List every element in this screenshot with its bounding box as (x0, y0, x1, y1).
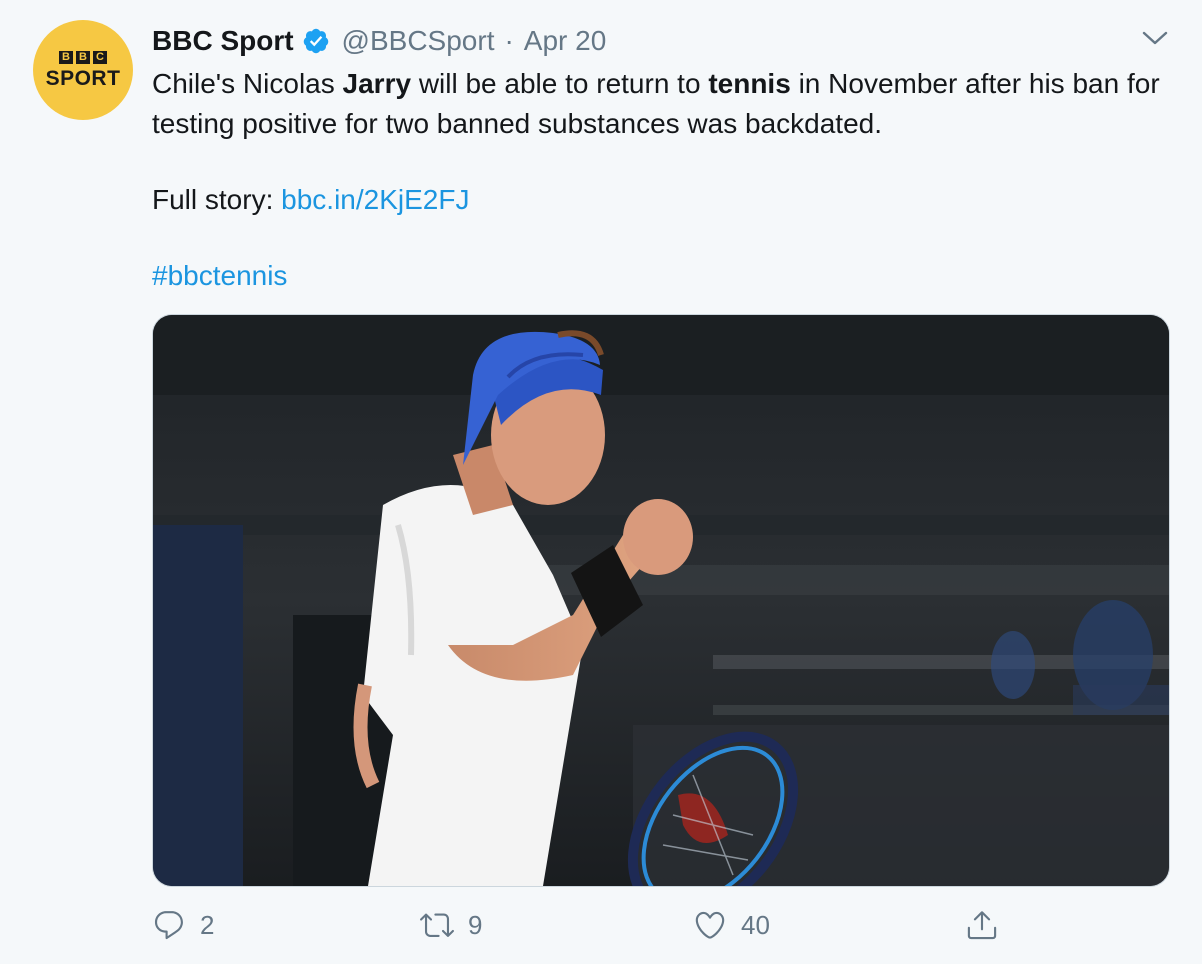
avatar[interactable]: B B C SPORT (33, 20, 133, 120)
bbc-letter-b2: B (76, 51, 90, 64)
bbc-logo-blocks: B B C (59, 51, 107, 64)
tennis-player-photo (153, 315, 1169, 886)
like-count: 40 (741, 909, 770, 940)
reply-button[interactable]: 2 (152, 900, 214, 950)
retweet-button[interactable]: 9 (420, 900, 482, 950)
tweet-header: BBC Sport @BBCSport · Apr 20 (152, 24, 606, 58)
text-segment: Chile's Nicolas (152, 68, 343, 99)
retweet-icon (420, 913, 454, 937)
hashtag-paragraph: #bbctennis (152, 256, 1182, 296)
hashtag-link[interactable]: #bbctennis (152, 260, 287, 291)
sport-wordmark: SPORT (45, 67, 121, 90)
share-button[interactable] (965, 900, 999, 950)
bbc-letter-c: C (93, 51, 107, 64)
bbc-letter-b1: B (59, 51, 73, 64)
retweet-count: 9 (468, 909, 483, 940)
tweet-text: Chile's Nicolas Jarry will be able to re… (152, 64, 1182, 296)
tweet-actions: 2 9 40 (0, 900, 1202, 950)
tweet-date[interactable]: Apr 20 (524, 25, 607, 57)
full-story-link[interactable]: bbc.in/2KjE2FJ (281, 184, 469, 215)
like-button[interactable]: 40 (693, 900, 770, 950)
full-story-label: Full story: (152, 184, 282, 215)
reply-count: 2 (200, 909, 215, 940)
reply-icon (154, 911, 183, 940)
author-name[interactable]: BBC Sport (152, 25, 294, 57)
tweet-body-paragraph: Chile's Nicolas Jarry will be able to re… (152, 64, 1182, 144)
verified-badge-icon (303, 28, 328, 54)
header-separator: · (504, 25, 514, 56)
tweet-card[interactable]: B B C SPORT BBC Sport @BBCSport · Apr 20… (0, 0, 1202, 964)
bold-jarry: Jarry (342, 68, 412, 99)
bold-tennis: tennis (708, 68, 791, 99)
chevron-down-icon[interactable] (1138, 25, 1172, 51)
full-story-paragraph: Full story: bbc.in/2KjE2FJ (152, 180, 1182, 220)
author-handle[interactable]: @BBCSport (342, 25, 495, 57)
text-segment: will be able to return to (411, 68, 709, 99)
like-icon (695, 911, 725, 939)
tweet-photo[interactable] (152, 314, 1170, 887)
share-icon (967, 911, 997, 940)
